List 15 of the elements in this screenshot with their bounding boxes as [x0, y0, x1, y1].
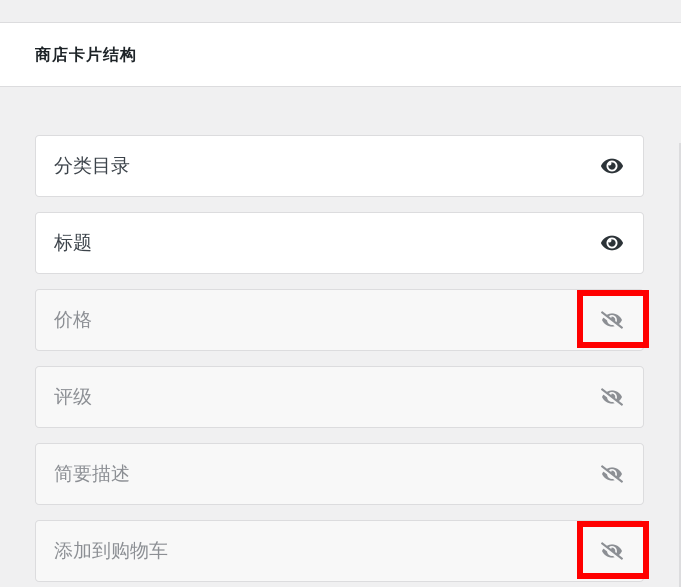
item-label: 评级 — [54, 384, 92, 410]
list-item[interactable]: 评级 — [35, 366, 644, 428]
eye-slash-icon[interactable] — [601, 540, 623, 562]
eye-slash-icon[interactable] — [601, 463, 623, 485]
eye-slash-icon[interactable] — [601, 309, 623, 331]
item-label: 分类目录 — [54, 154, 130, 179]
eye-slash-icon[interactable] — [601, 386, 623, 408]
list-item[interactable]: 标题 — [35, 212, 644, 274]
list-item[interactable]: 分类目录 — [35, 135, 644, 197]
item-label: 标题 — [54, 230, 92, 256]
item-label: 价格 — [54, 308, 92, 333]
item-label: 简要描述 — [54, 462, 130, 487]
list-item[interactable]: 简要描述 — [35, 443, 644, 505]
section-title: 商店卡片结构 — [35, 44, 137, 66]
item-label: 添加到购物车 — [54, 538, 168, 564]
